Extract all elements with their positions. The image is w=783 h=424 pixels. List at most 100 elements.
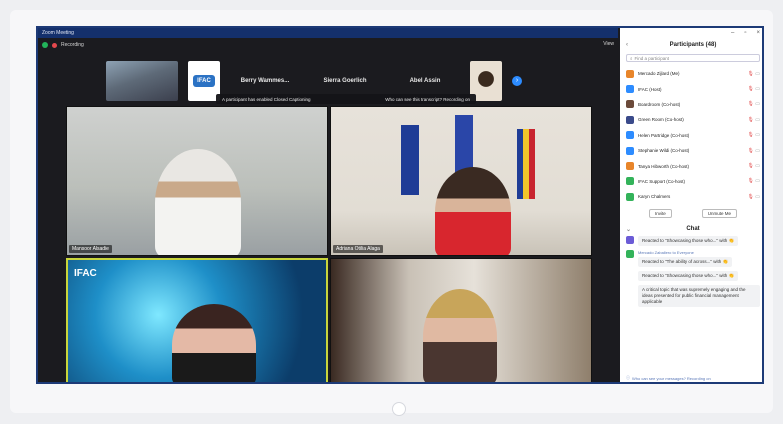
chat-message: Reacted to "Showcasing those who..." wit… [626,270,760,281]
participant-name: Stephanie Wildi (Co-host) [638,148,690,154]
video-grid: Mansoor Alsadie Adriana Otilia Alaga IFA… [66,106,618,382]
participant-row[interactable]: Green Room (Co-host) 🎙 ▭ [620,112,762,127]
participant-status-icons: 🎙 ▭ [748,101,760,107]
avatar [626,69,634,78]
chat-bubble: Reacted to "Showcasing those who..." wit… [638,235,739,246]
chat-bubble: A critical topic that was supremely enga… [638,284,760,307]
participants-title: Participants (48) [669,42,717,48]
next-page-icon[interactable]: › [512,76,522,86]
camera-icon: ▭ [755,70,760,77]
maximize-icon[interactable]: ▫ [744,30,746,36]
chat-message-body: Mercado Zaballero to Everyone Reacted to … [638,249,733,267]
avatar [626,235,634,244]
video-tile[interactable]: Adriana Otilia Alaga [330,106,592,256]
camera-icon: ▭ [755,193,760,200]
invite-button[interactable]: Invite [648,208,672,218]
participant-status-icons: 🎙 ▭ [748,132,760,138]
minimize-icon[interactable]: – [731,30,734,36]
side-panel: – ▫ × ‹ Participants (48) ⌕ Find a parti… [620,28,762,382]
caption-banner-question[interactable]: Who can see this transcript? Recording o… [385,97,470,102]
camera-icon: ▭ [755,101,760,108]
unmute-me-button[interactable]: Unmute Me [701,208,738,218]
caption-banner: A participant has enabled Closed Caption… [216,94,476,104]
video-tile[interactable]: Mansoor Alsadie [66,106,328,256]
carousel-dot[interactable] [392,402,406,416]
avatar [626,131,634,140]
participant-status-icons: 🎙 ▭ [748,117,760,123]
chat-message: A critical topic that was supremely enga… [626,284,760,307]
participant-row[interactable]: Helen Partridge (Co-host) 🎙 ▭ [620,128,762,143]
avatar [626,85,634,94]
avatar [626,192,634,201]
chat-message: Reacted to "Showcasing those who..." wit… [626,235,760,246]
info-icon: ⓘ [626,375,630,380]
camera-icon: ▭ [755,147,760,154]
thumbnail-name[interactable]: Sierra Goerlich [310,78,380,84]
chat-bubble: Reacted to "The ability of across..." wi… [638,256,733,267]
participant-name: Mercado Zijlard (Me) [638,71,680,77]
window-title: Zoom Meeting [42,30,74,36]
caption-banner-text: A participant has enabled Closed Caption… [222,96,311,102]
chat-bubble: Reacted to "Showcasing those who..." wit… [638,270,739,281]
avatar [626,146,634,155]
participant-name: Helen Partridge (Co-host) [638,132,690,138]
avatar [626,249,634,258]
participant-name: IFAC Support (Co-host) [638,178,686,184]
camera-icon: ▭ [755,132,760,139]
participant-search-input[interactable]: ⌕ Find a participant [626,54,760,62]
ifac-logo: IFAC [193,75,215,87]
chat-message: Mercado Zaballero to Everyone Reacted to … [626,249,760,267]
avatar [626,115,634,124]
avatar [626,285,634,293]
participant-row[interactable]: Tanya Hibworth (Co-host) 🎙 ▭ [620,158,762,173]
participant-row[interactable]: IFAC (Host) 🎙 ▭ [620,81,762,96]
security-shield-icon[interactable] [42,42,48,48]
chat-message-body: A critical topic that was supremely enga… [638,284,760,307]
avatar [626,177,634,186]
flag-eu [401,125,419,195]
chat-message-body: Reacted to "Showcasing those who..." wit… [638,235,739,246]
participant-row[interactable]: Boardroom (Co-host) 🎙 ▭ [620,97,762,112]
participant-status-icons: 🎙 ▭ [748,194,760,200]
participants-header: ‹ Participants (48) [620,42,762,48]
participant-name: Green Room (Co-host) [638,117,684,123]
recording-icon [52,42,57,48]
participant-name: Boardroom (Co-host) [638,101,681,107]
video-tile[interactable] [330,258,592,382]
chat-input[interactable]: ⓘ Who can see your messages? Recording o… [626,374,760,382]
camera-icon: ▭ [755,178,760,185]
avatar [626,100,634,109]
participant-row[interactable]: IFAC Support (Co-host) 🎙 ▭ [620,174,762,189]
zoom-window: Zoom Meeting Recording View IFAC Berry W… [36,26,764,384]
chat-sender: Mercado Zaballero to Everyone [638,249,694,255]
participant-list: Mercado Zijlard (Me) 🎙 ▭ IFAC (Host) 🎙 ▭ Boa… [620,66,762,205]
participant-status-icons: 🎙 ▭ [748,163,760,169]
video-tile[interactable]: IFAC [66,258,328,382]
thumbnail-boardroom[interactable] [106,61,178,101]
thumbnail-name[interactable]: Berry Wammes... [230,78,300,84]
participant-status-icons: 🎙 ▭ [748,178,760,184]
chat-message-body: Reacted to "Showcasing those who..." wit… [638,270,739,281]
close-icon[interactable]: × [756,30,760,36]
participant-figure [155,149,241,255]
camera-icon: ▭ [755,116,760,123]
participant-row[interactable]: Mercado Zijlard (Me) 🎙 ▭ [620,66,762,81]
window-titlebar: Zoom Meeting [38,28,618,38]
view-button[interactable]: View [603,41,614,47]
thumbnail-name[interactable]: Abel Assin [390,78,460,84]
ifac-logo: IFAC [74,268,97,279]
chevron-down-icon[interactable]: ⌄ [626,226,631,233]
chat-title: Chat [686,225,700,232]
participant-status-icons: 🎙 ▭ [748,71,760,77]
search-icon: ⌕ [630,55,633,61]
camera-icon: ▭ [755,86,760,93]
participant-name: IFAC (Host) [638,86,662,92]
participant-row[interactable]: Karyn Chalmers 🎙 ▭ [620,189,762,204]
flag-romania [517,129,535,199]
chat-input-hint: Who can see your messages? Recording on [632,375,711,381]
participant-row[interactable]: Stephanie Wildi (Co-host) 🎙 ▭ [620,143,762,158]
recording-label: Recording [61,42,84,48]
chevron-down-icon[interactable]: ‹ [626,42,628,48]
participant-name: Tanya Hibworth (Co-host) [638,163,690,169]
participant-status-icons: 🎙 ▭ [748,148,760,154]
